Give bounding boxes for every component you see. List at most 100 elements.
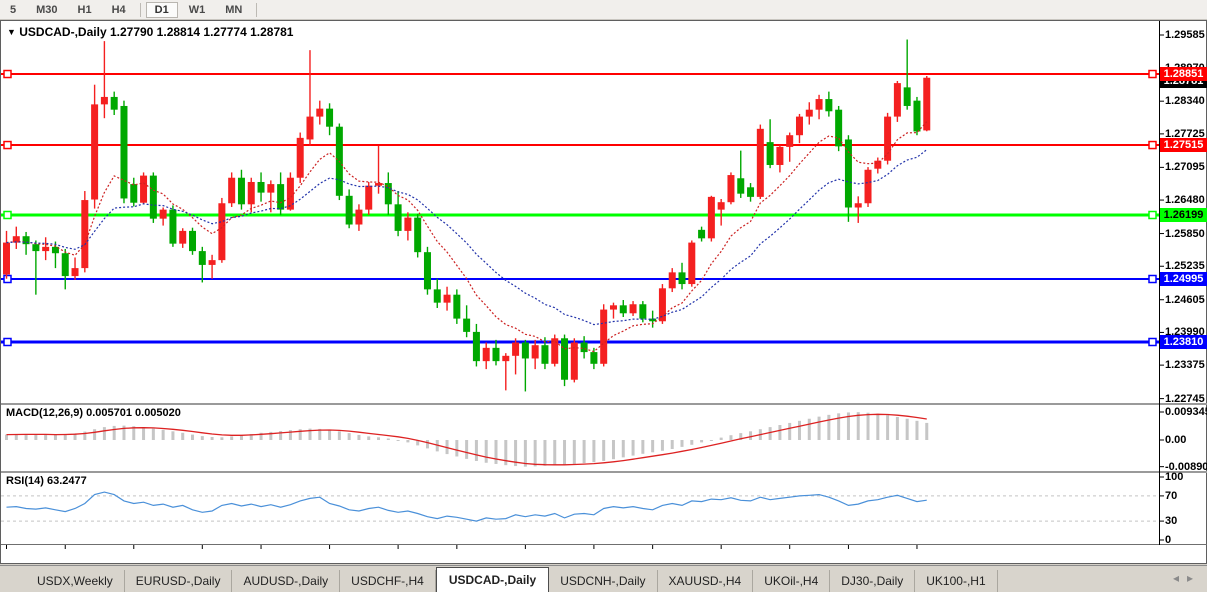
rsi-axis-tick: 100 (1165, 471, 1184, 483)
chart-tab-uk100[interactable]: UK100-,H1 (915, 570, 998, 592)
chart-tab-eurusd[interactable]: EURUSD-,Daily (125, 570, 233, 592)
macd-histogram-bar (230, 436, 234, 440)
macd-histogram-bar (827, 414, 831, 440)
macd-histogram-bar (474, 440, 478, 461)
macd-histogram-bar (93, 429, 97, 440)
candle-body (198, 251, 206, 265)
chart-tab-dj30[interactable]: DJ30-,Daily (830, 570, 916, 592)
candle-body (71, 268, 79, 277)
candle-body (913, 100, 921, 132)
macd-histogram-bar (406, 440, 410, 443)
line-handle[interactable] (3, 69, 12, 79)
macd-histogram-bar (367, 436, 371, 440)
price-axis-tick: 1.25235 (1165, 260, 1205, 273)
macd-histogram-bar (44, 434, 48, 440)
tab-scroll-right-icon[interactable]: ▸ (1187, 571, 1201, 585)
chart-tab-xauusd[interactable]: XAUUSD-,H4 (658, 570, 754, 592)
chart-tab-usdx[interactable]: USDX,Weekly (26, 570, 125, 592)
candle-body (277, 184, 285, 210)
price-line-label: 1.24995 (1160, 272, 1207, 286)
timeframe-button-w1[interactable]: W1 (180, 2, 215, 18)
chart-tab-audusd[interactable]: AUDUSD-,Daily (232, 570, 341, 592)
candle-body (521, 342, 529, 359)
macd-histogram-bar (5, 434, 8, 440)
chart-tab-ukoil[interactable]: UKOil-,H4 (753, 570, 831, 592)
line-handle[interactable] (1148, 274, 1157, 284)
candle-body (355, 209, 363, 225)
price-axis-tick: 1.28340 (1165, 95, 1205, 108)
candle-body (884, 116, 892, 161)
line-handle[interactable] (3, 274, 12, 284)
tab-scroll-left-icon[interactable]: ◂ (1173, 571, 1187, 585)
chart-tab-usdchf[interactable]: USDCHF-,H4 (340, 570, 436, 592)
candle-body (159, 209, 167, 219)
timeframe-button-5[interactable]: 5 (1, 2, 25, 18)
macd-histogram-bar (729, 435, 733, 440)
candle-body (208, 260, 216, 265)
candle-body (237, 177, 245, 205)
candle-body (590, 352, 598, 364)
macd-histogram-bar (171, 431, 175, 440)
line-handle[interactable] (1148, 69, 1157, 79)
chart-window[interactable]: ▼ USDCAD-,Daily 1.27790 1.28814 1.27774 … (0, 20, 1207, 582)
line-handle[interactable] (1148, 210, 1157, 220)
candle-body (140, 175, 148, 203)
macd-histogram-bar (719, 437, 723, 440)
candle-body (81, 200, 89, 269)
price-axis-tick: 1.24605 (1165, 293, 1205, 306)
macd-histogram-bar (817, 416, 821, 440)
line-handle[interactable] (3, 337, 12, 347)
price-axis-tick: 1.29585 (1165, 29, 1205, 41)
chart-title: ▼ USDCAD-,Daily 1.27790 1.28814 1.27774 … (7, 25, 293, 39)
candle-body (42, 246, 50, 252)
macd-histogram-bar (112, 425, 116, 440)
timeframe-button-m30[interactable]: M30 (27, 2, 66, 18)
candle-body (541, 345, 549, 364)
macd-histogram-bar (181, 432, 185, 440)
macd-histogram-bar (386, 438, 390, 440)
candle-body (629, 304, 637, 314)
timeframe-button-d1[interactable]: D1 (145, 1, 178, 18)
rsi-axis-tick: 70 (1165, 489, 1178, 502)
macd-histogram-bar (563, 440, 567, 465)
candle-body (766, 142, 774, 165)
candle-body (120, 105, 128, 199)
macd-histogram-bar (553, 440, 557, 466)
candle-body (727, 175, 735, 203)
chart-dropdown-icon[interactable]: ▼ (7, 27, 16, 37)
chart-tab-usdcnh[interactable]: USDCNH-,Daily (549, 570, 658, 592)
candle-body (893, 83, 901, 117)
chart-tab-usdcad[interactable]: USDCAD-,Daily (435, 567, 550, 592)
macd-histogram-bar (749, 431, 753, 440)
line-handle[interactable] (1148, 140, 1157, 150)
candle-body (854, 203, 862, 208)
macd-histogram-bar (690, 440, 694, 445)
line-handle[interactable] (1148, 337, 1157, 347)
macd-histogram-bar (621, 440, 625, 458)
line-handle[interactable] (3, 140, 12, 150)
chart-canvas[interactable] (1, 21, 1207, 565)
candle-body (267, 184, 275, 193)
candle-body (737, 178, 745, 194)
timeframe-button-mn[interactable]: MN (216, 2, 251, 18)
candle-body (326, 108, 334, 127)
price-line-label: 1.28851 (1160, 67, 1207, 82)
macd-histogram-bar (357, 434, 361, 440)
candle-body (561, 338, 569, 380)
line-handle[interactable] (3, 210, 12, 220)
macd-axis-tick: 0.00 (1165, 434, 1187, 446)
candle-body (502, 355, 510, 362)
toolbar-separator (256, 2, 258, 17)
timeframe-button-h4[interactable]: H4 (103, 2, 135, 18)
timeframe-button-h1[interactable]: H1 (69, 2, 101, 18)
macd-histogram-bar (670, 440, 674, 449)
macd-histogram-bar (465, 440, 469, 459)
trading-terminal-window: 5 M30 H1 H4 D1 W1 MN ▼ USDCAD-,Daily 1.27790 1… (0, 0, 1207, 592)
macd-histogram-bar (347, 433, 351, 440)
macd-histogram-bar (895, 416, 899, 440)
macd-histogram-bar (709, 440, 713, 441)
price-line-label: 1.23810 (1160, 334, 1207, 349)
macd-histogram-bar (651, 440, 655, 453)
candle-body (844, 139, 852, 208)
macd-histogram-bar (53, 434, 57, 440)
